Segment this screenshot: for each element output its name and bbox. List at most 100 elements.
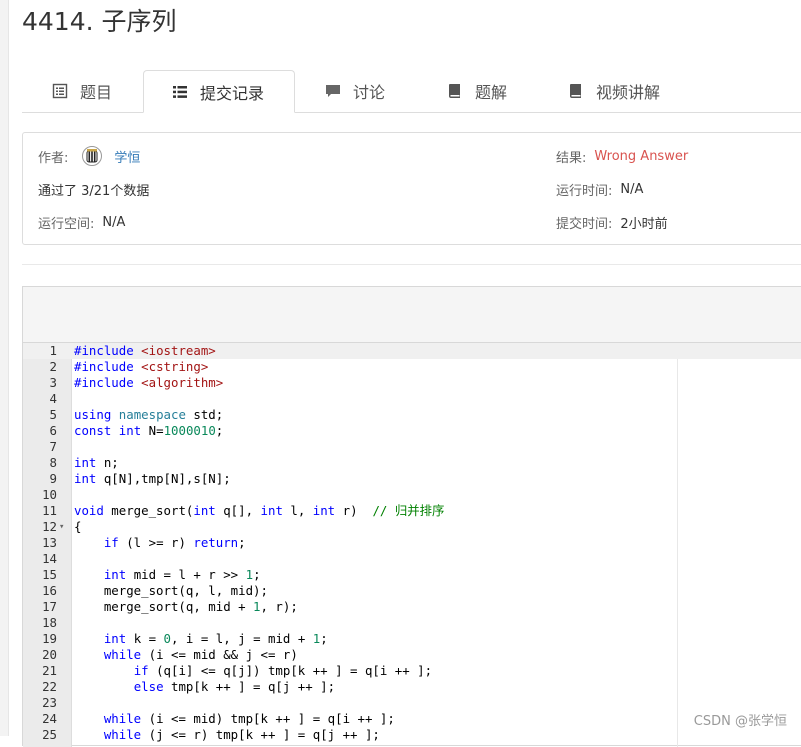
code-line: 15 int mid = l + r >> 1;	[23, 567, 801, 583]
code-line: 9 int q[N],tmp[N],s[N];	[23, 471, 801, 487]
code-text: #include <iostream>	[74, 343, 216, 358]
submit-time-value: 2小时前	[620, 217, 668, 232]
line-number: 18	[42, 615, 57, 630]
line-number: 12	[42, 519, 57, 534]
line-number: 3	[49, 375, 57, 390]
line-number: 21	[42, 663, 57, 678]
result-label: 结果:	[556, 151, 587, 166]
code-line: 18	[23, 615, 801, 631]
code-text: if (l >= r) return;	[103, 535, 246, 550]
line-number: 22	[42, 679, 57, 694]
code-line: 16 merge_sort(q, l, mid);	[23, 583, 801, 599]
left-page-gutter	[0, 0, 9, 736]
tab-solutions[interactable]: 题解	[447, 70, 507, 112]
comment-icon	[325, 83, 341, 99]
line-number: 4	[49, 391, 57, 406]
code-text: #include <cstring>	[74, 359, 209, 374]
code-text: #include <algorithm>	[74, 375, 224, 390]
tab-label: 题目	[80, 83, 113, 102]
line-number: 16	[42, 583, 57, 598]
code-panel: 1 #include <iostream> 2 #include <cstring> 3…	[22, 286, 801, 747]
line-number: 8	[49, 455, 57, 470]
line-number: 7	[49, 439, 57, 454]
line-number: 2	[49, 359, 57, 374]
code-line: 19 int k = 0, i = l, j = mid + 1;	[23, 631, 801, 647]
code-text: else tmp[k ++ ] = q[j ++ ];	[133, 679, 336, 694]
line-number: 10	[42, 487, 57, 502]
code-text: merge_sort(q, l, mid);	[74, 583, 268, 598]
time-value: N/A	[620, 182, 644, 197]
time-row: 运行时间: N/A	[556, 180, 643, 199]
code-line: 3 #include <algorithm>	[23, 375, 801, 391]
code-line: 6 const int N=1000010;	[23, 423, 801, 439]
watermark: CSDN @张学恒	[693, 714, 787, 729]
memory-value: N/A	[102, 215, 126, 230]
author-label: 作者:	[38, 150, 69, 166]
memory-label: 运行空间:	[38, 217, 95, 232]
author-name-link[interactable]: 学恒	[114, 147, 140, 166]
code-line: 21 if (q[i] <= q[j]) tmp[k ++ ] = q[i ++…	[23, 663, 801, 679]
code-line: 23	[23, 695, 801, 711]
book-icon	[447, 83, 463, 99]
line-number: 14	[42, 551, 57, 566]
code-text: while (j <= r) tmp[k ++ ] = q[j ++ ];	[103, 727, 380, 742]
passed-row: 通过了 3/21个数据	[38, 180, 149, 199]
submit-time-row: 提交时间: 2小时前	[556, 213, 668, 232]
tab-problem[interactable]: 题目	[52, 70, 112, 112]
tab-video-explanation[interactable]: 视频讲解	[568, 70, 660, 112]
author-row: 作者: 学恒	[38, 146, 140, 166]
code-line: 17 merge_sort(q, mid + 1, r);	[23, 599, 801, 615]
code-line: 1 #include <iostream>	[23, 343, 801, 359]
tab-submissions[interactable]: 提交记录	[143, 70, 295, 113]
time-label: 运行时间:	[556, 184, 613, 199]
code-text: using namespace std;	[74, 407, 224, 422]
memory-row: 运行空间: N/A	[38, 213, 125, 232]
line-number: 11	[42, 503, 57, 518]
tab-discussion[interactable]: 讨论	[325, 70, 385, 112]
code-line: 10	[23, 487, 801, 503]
line-number: 6	[49, 423, 57, 438]
code-line: 8 int n;	[23, 455, 801, 471]
code-line: 2 #include <cstring>	[23, 359, 801, 375]
code-editor[interactable]: 1 #include <iostream> 2 #include <cstring> 3…	[23, 343, 801, 747]
result-value: Wrong Answer	[594, 149, 689, 164]
tab-label: 视频讲解	[596, 83, 661, 102]
code-line: 13 if (l >= r) return;	[23, 535, 801, 551]
line-number: 23	[42, 695, 57, 710]
fold-toggle-icon[interactable]: ▾	[59, 519, 64, 535]
line-number: 25	[42, 727, 57, 742]
code-line: 7	[23, 439, 801, 455]
line-number: 15	[42, 567, 57, 582]
problem-tabs: 题目 提交记录 讨论 题解 视频讲解	[22, 70, 801, 113]
code-text: int k = 0, i = l, j = mid + 1;	[103, 631, 328, 646]
divider	[22, 264, 801, 265]
line-number: 1	[49, 343, 57, 358]
code-line: 12 ▾ {	[23, 519, 801, 535]
line-number: 13	[42, 535, 57, 550]
tab-label: 提交记录	[200, 83, 265, 103]
avatar[interactable]	[82, 146, 103, 166]
tab-label: 讨论	[353, 83, 386, 102]
code-line: 11 void merge_sort(int q[], int l, int r)…	[23, 503, 801, 519]
code-text: merge_sort(q, mid + 1, r);	[74, 599, 298, 614]
tab-label: 题解	[475, 83, 508, 102]
code-text: int q[N],tmp[N],s[N];	[74, 471, 231, 486]
code-text: const int N=1000010;	[74, 423, 224, 438]
code-line: 22 else tmp[k ++ ] = q[j ++ ];	[23, 679, 801, 695]
code-line: 24 while (i <= mid) tmp[k ++ ] = q[i ++ …	[23, 711, 801, 727]
line-number: 17	[42, 599, 57, 614]
line-number: 24	[42, 711, 57, 726]
code-panel-header	[23, 287, 801, 343]
passed-count: 通过了 3/21个数据	[38, 184, 150, 199]
list-square-icon	[52, 83, 68, 99]
code-line: 14	[23, 551, 801, 567]
submission-info-panel: 作者: 学恒 通过了 3/21个数据 运行空间: N/A 结果: Wrong A…	[22, 132, 801, 245]
code-text: int n;	[74, 455, 119, 470]
code-line: 4	[23, 391, 801, 407]
line-number: 20	[42, 647, 57, 662]
page-title: 4414. 子序列	[22, 7, 177, 36]
code-line: 5 using namespace std;	[23, 407, 801, 423]
code-text: while (i <= mid && j <= r)	[103, 647, 298, 662]
code-text: void merge_sort(int q[], int l, int r) /…	[74, 503, 445, 518]
code-text: while (i <= mid) tmp[k ++ ] = q[i ++ ];	[103, 711, 395, 726]
